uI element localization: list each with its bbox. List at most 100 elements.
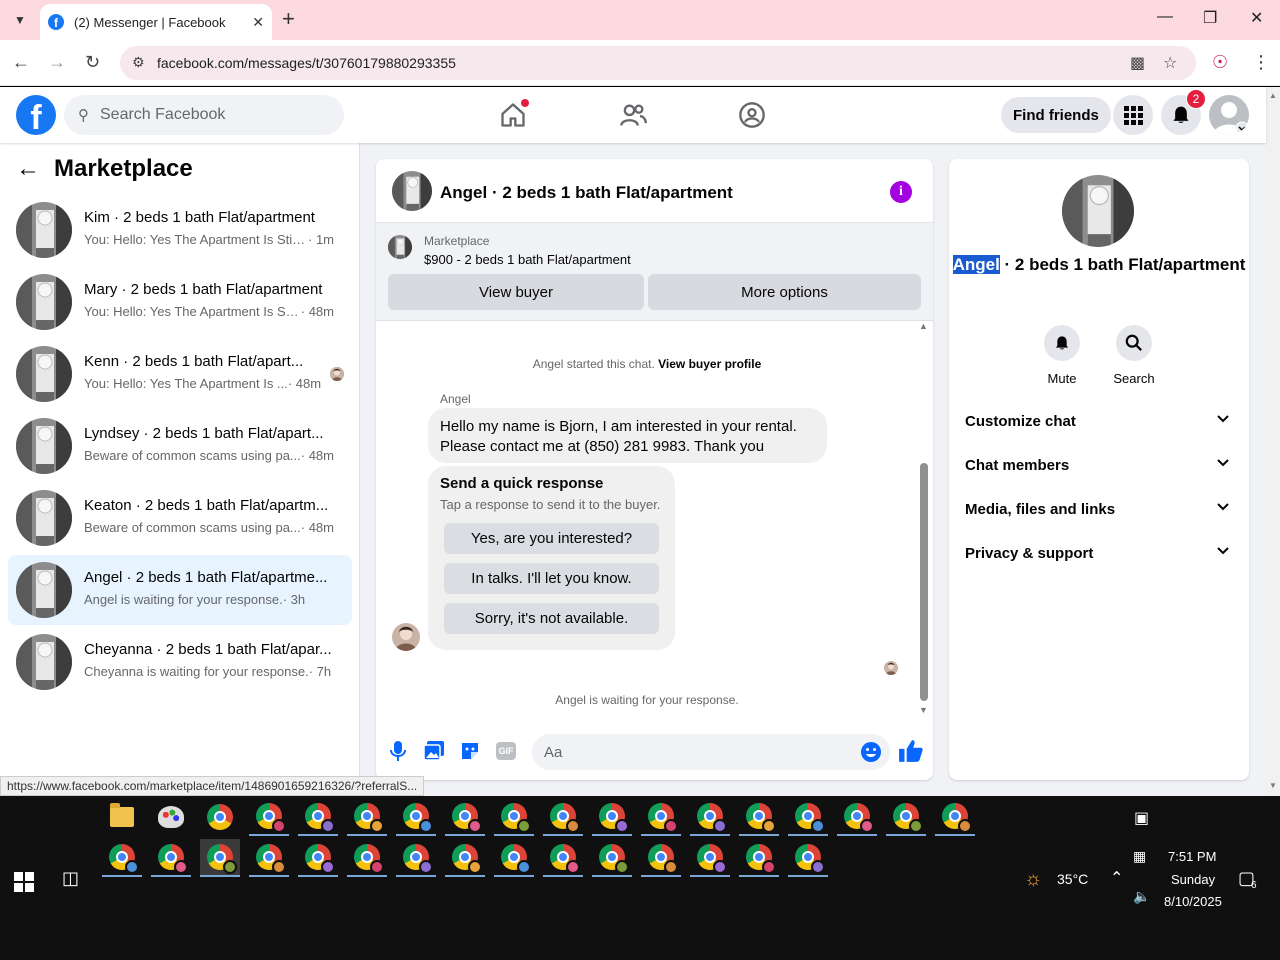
chrome-taskbar-app[interactable] [151, 839, 191, 877]
weather-icon[interactable]: ☼ [1024, 868, 1042, 891]
sticker-icon[interactable] [459, 740, 481, 762]
chrome-taskbar-app[interactable] [886, 798, 926, 836]
view-buyer-profile-link[interactable]: View buyer profile [658, 357, 761, 371]
paint-taskbar-app[interactable] [151, 798, 191, 836]
url-text[interactable]: facebook.com/messages/t/3076017988029335… [157, 55, 456, 71]
microphone-icon[interactable] [387, 740, 409, 762]
site-info-icon[interactable]: ⚙ [132, 54, 145, 71]
message-input[interactable] [532, 734, 890, 770]
chrome-taskbar-app[interactable] [641, 839, 681, 877]
task-view-alt-icon[interactable]: ▣ [1134, 808, 1149, 828]
account-avatar[interactable] [1209, 95, 1249, 135]
windows-start-icon[interactable] [14, 872, 34, 892]
menu-grid-button[interactable] [1113, 95, 1153, 135]
temperature[interactable]: 35°C [1057, 871, 1088, 887]
clock-day[interactable]: Sunday [1171, 872, 1215, 887]
profile-icon[interactable]: ☉ [1212, 52, 1228, 73]
chrome-taskbar-app[interactable] [445, 798, 485, 836]
show-hidden-icons-chevron-icon[interactable]: ⌃ [1110, 868, 1123, 888]
conversation-item[interactable]: Keaton · 2 beds 1 bath Flat/apartm... Bew… [8, 483, 352, 553]
chat-title[interactable]: Angel · 2 beds 1 bath Flat/apartment [440, 183, 733, 203]
chrome-taskbar-app[interactable] [249, 798, 289, 836]
details-section-row[interactable]: Privacy & support [957, 531, 1241, 575]
chrome-taskbar-app[interactable] [837, 798, 877, 836]
page-scroll-down-icon[interactable]: ▼ [1269, 781, 1277, 790]
message-bubble[interactable]: Hello my name is Bjorn, I am interested … [428, 408, 827, 463]
new-tab-plus-icon[interactable]: + [282, 8, 295, 30]
conversation-item[interactable]: Angel · 2 beds 1 bath Flat/apartme... Ang… [8, 555, 352, 625]
home-nav-icon[interactable] [497, 99, 529, 131]
chrome-taskbar-app[interactable] [690, 839, 730, 877]
conversation-item[interactable]: Mary · 2 beds 1 bath Flat/apartment You: … [8, 267, 352, 337]
chrome-taskbar-app[interactable] [494, 839, 534, 877]
details-section-row[interactable]: Media, files and links [957, 487, 1241, 531]
restore-icon[interactable]: ❐ [1203, 8, 1217, 28]
view-buyer-button[interactable]: View buyer [388, 274, 644, 310]
chrome-taskbar-app[interactable] [739, 798, 779, 836]
quick-reply-button[interactable]: Yes, are you interested? [444, 523, 659, 554]
network-icon[interactable]: ▦ [1133, 848, 1146, 865]
volume-icon[interactable]: 🔈 [1133, 888, 1150, 905]
details-section-row[interactable]: Chat members [957, 443, 1241, 487]
bookmark-star-icon[interactable]: ☆ [1163, 53, 1177, 73]
search-magnifier-icon[interactable] [1116, 325, 1152, 361]
sender-avatar[interactable] [392, 623, 420, 651]
mute-action[interactable]: Mute [1032, 325, 1092, 386]
conversation-item[interactable]: Cheyanna · 2 beds 1 bath Flat/apar... Che… [8, 627, 352, 697]
search-input[interactable] [100, 95, 330, 135]
chrome-taskbar-app[interactable] [935, 798, 975, 836]
back-arrow-icon[interactable]: ← [12, 52, 30, 73]
chrome-taskbar-app[interactable] [592, 839, 632, 877]
thumbs-up-icon[interactable] [898, 738, 924, 764]
groups-nav-icon[interactable] [736, 99, 768, 131]
conversation-item[interactable]: Kenn · 2 beds 1 bath Flat/apart... You: H… [8, 339, 352, 409]
browser-tab-messenger[interactable]: f (2) Messenger | Facebook ✕ [40, 4, 272, 40]
listing-price[interactable]: $900 - 2 beds 1 bath Flat/apartment [424, 252, 631, 267]
scroll-down-icon[interactable]: ▼ [919, 705, 928, 715]
minimize-icon[interactable]: — [1157, 8, 1173, 26]
listing-thumbnail[interactable] [388, 235, 412, 259]
chrome-taskbar-app[interactable] [298, 839, 338, 877]
chrome-taskbar-app[interactable] [347, 839, 387, 877]
close-window-icon[interactable]: ✕ [1250, 8, 1263, 28]
chrome-taskbar-app[interactable] [543, 798, 583, 836]
chrome-taskbar-app[interactable] [592, 798, 632, 836]
chrome-taskbar-app[interactable] [690, 798, 730, 836]
more-options-button[interactable]: More options [648, 274, 921, 310]
page-scrollbar[interactable]: ▲ ▼ [1266, 87, 1280, 796]
chat-scroll-thumb[interactable] [920, 463, 928, 701]
details-avatar[interactable] [1062, 175, 1134, 247]
chrome-taskbar-app[interactable] [102, 839, 142, 877]
mute-bell-icon[interactable] [1044, 325, 1080, 361]
install-app-icon[interactable]: ▩ [1130, 53, 1145, 73]
tab-close-icon[interactable]: ✕ [252, 14, 264, 31]
chrome-taskbar-app[interactable] [445, 839, 485, 877]
chrome-taskbar-app[interactable] [200, 798, 240, 836]
gif-icon[interactable]: GIF [495, 740, 517, 762]
info-icon[interactable]: i [890, 181, 912, 203]
chrome-taskbar-app[interactable] [788, 798, 828, 836]
chrome-taskbar-app[interactable] [347, 798, 387, 836]
reload-icon[interactable]: ↻ [85, 52, 100, 73]
chrome-taskbar-app[interactable] [494, 798, 534, 836]
chrome-taskbar-app[interactable] [396, 839, 436, 877]
chrome-taskbar-app[interactable] [298, 798, 338, 836]
chrome-taskbar-app[interactable] [543, 839, 583, 877]
details-section-row[interactable]: Customize chat [957, 399, 1241, 443]
address-bar[interactable]: ⚙ facebook.com/messages/t/30760179880293… [120, 46, 1196, 80]
chrome-taskbar-app[interactable] [641, 798, 681, 836]
forward-arrow-icon[interactable]: → [48, 52, 66, 73]
conversation-item[interactable]: Kim · 2 beds 1 bath Flat/apartment You: H… [8, 195, 352, 265]
quick-reply-button[interactable]: In talks. I'll let you know. [444, 563, 659, 594]
emoji-icon[interactable] [860, 741, 882, 763]
task-view-icon[interactable]: ◫ [62, 868, 79, 889]
file-explorer-taskbar-app[interactable] [102, 798, 142, 836]
chrome-taskbar-app[interactable] [249, 839, 289, 877]
clock-date[interactable]: 8/10/2025 [1164, 894, 1222, 909]
clock-time[interactable]: 7:51 PM [1168, 849, 1216, 864]
chrome-taskbar-app[interactable] [788, 839, 828, 877]
chrome-taskbar-app[interactable] [200, 839, 240, 877]
chrome-menu-icon[interactable]: ⋮ [1252, 52, 1270, 73]
tab-search-dropdown-icon[interactable]: ▼ [8, 8, 32, 32]
scroll-up-icon[interactable]: ▲ [919, 321, 928, 331]
